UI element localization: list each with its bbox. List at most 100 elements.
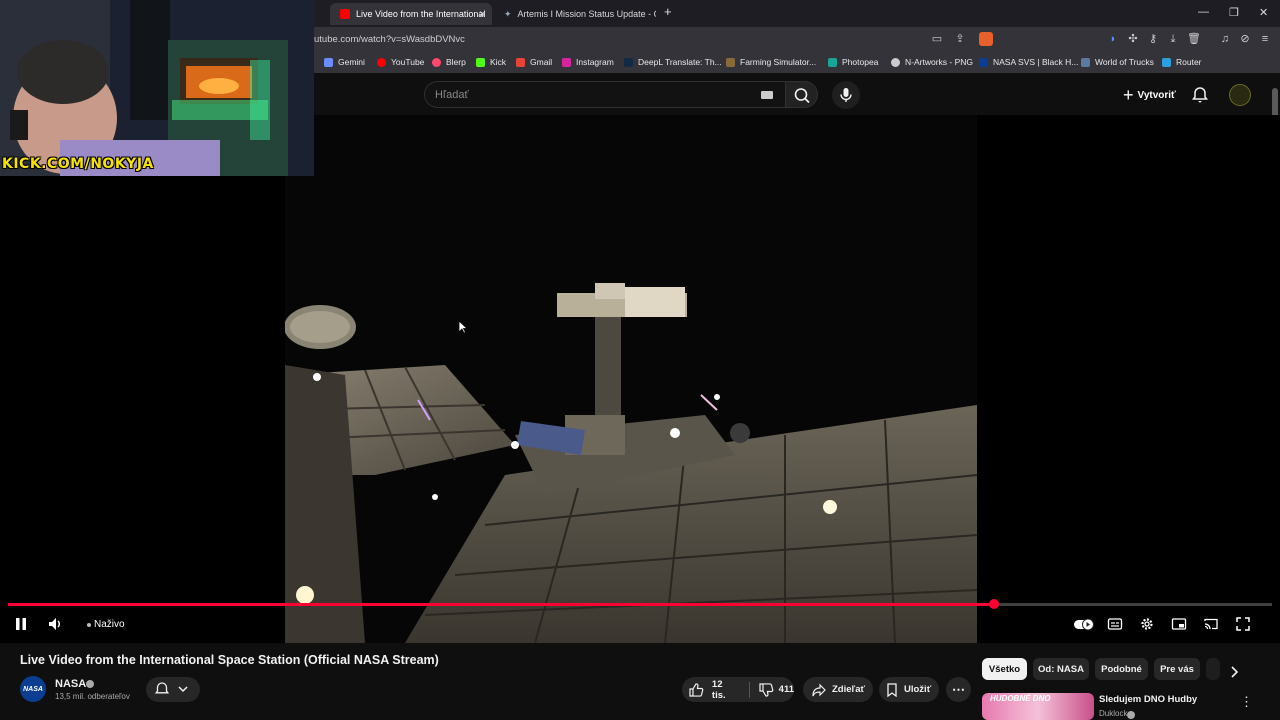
bookmark-blerp[interactable]: Blerp	[432, 57, 466, 67]
share-button[interactable]: Zdieľať	[803, 677, 873, 702]
channel-name[interactable]: NASA	[55, 678, 86, 690]
search-placeholder: Hľadať	[435, 89, 469, 101]
settings-gear-icon[interactable]	[1139, 616, 1155, 632]
progress-scrubber[interactable]	[988, 599, 999, 609]
more-actions-button[interactable]: ⋯	[946, 677, 971, 702]
like-dislike-group: 12 tis. 411	[682, 677, 794, 702]
extensions-icon[interactable]: ✣	[1127, 33, 1139, 45]
like-count[interactable]: 12 tis.	[712, 679, 739, 701]
fullscreen-icon[interactable]	[1235, 616, 1251, 632]
photopea-icon	[828, 57, 837, 67]
bookmark-farming[interactable]: Farming Simulator...	[726, 57, 816, 67]
miniplayer-icon[interactable]	[1171, 616, 1187, 632]
close-tab-icon[interactable]: ×	[479, 7, 486, 21]
cast-icon[interactable]	[1203, 616, 1219, 632]
bookmark-label: DeepL Translate: Th...	[638, 57, 722, 67]
kick-icon	[476, 57, 485, 67]
bookmark-kick[interactable]: Kick	[476, 57, 506, 67]
speech-icon[interactable]: ◗	[1107, 33, 1119, 45]
chip-related[interactable]: Podobné	[1095, 658, 1148, 680]
search-input[interactable]: Hľadať	[424, 81, 786, 108]
verified-badge-icon	[86, 680, 94, 688]
menu-icon[interactable]: ≡	[1259, 33, 1271, 45]
dislike-count[interactable]: 411	[779, 684, 794, 695]
bookmark-label: N-Artworks - PNG	[905, 57, 973, 67]
user-avatar[interactable]	[1229, 84, 1251, 106]
chip-for-you[interactable]: Pre vás	[1154, 658, 1200, 680]
create-button[interactable]: + Vytvoriť	[1113, 81, 1186, 109]
streamer-webcam-overlay: KICK.COM/NOKYJA	[0, 0, 314, 176]
channel-avatar[interactable]: NASA	[20, 676, 46, 702]
bookmark-label: Instagram	[576, 57, 614, 67]
notifications-bell-icon[interactable]	[1190, 85, 1210, 105]
search-button[interactable]	[786, 81, 818, 108]
nasa-icon	[979, 57, 988, 67]
mouse-cursor-icon	[458, 320, 468, 334]
bookmark-youtube[interactable]: YouTube	[377, 57, 424, 67]
share-label: Zdieľať	[832, 684, 866, 695]
bookmark-label: NASA SVS | Black H...	[993, 57, 1079, 67]
verified-badge-icon	[1127, 711, 1135, 719]
voice-search-button[interactable]	[832, 81, 860, 109]
video-progress-bar[interactable]	[8, 603, 1272, 606]
new-tab-button[interactable]: +	[664, 4, 672, 19]
subscription-notification-button[interactable]	[146, 677, 200, 702]
close-window-icon[interactable]: ✕	[1259, 6, 1268, 19]
share-icon[interactable]: ⇪	[954, 33, 966, 45]
space-station-video-frame	[285, 115, 977, 643]
live-label[interactable]: Naživo	[94, 619, 125, 630]
trash-icon[interactable]: 🗑	[1187, 33, 1201, 45]
save-button[interactable]: Uložiť	[879, 677, 939, 702]
vpn-icon[interactable]: ⚷	[1147, 33, 1159, 45]
gmail-icon	[516, 57, 525, 67]
microphone-icon	[840, 88, 852, 102]
bookmark-instagram[interactable]: Instagram	[562, 57, 614, 67]
tab-live-video[interactable]: Live Video from the International ×	[330, 3, 492, 25]
bookmark-router[interactable]: Router	[1162, 57, 1202, 67]
youtube-icon	[377, 57, 386, 67]
recommendation-channel[interactable]: Duklock	[1099, 709, 1127, 718]
bookmark-nasa-svs[interactable]: NASA SVS | Black H...	[979, 57, 1078, 67]
chevron-right-icon[interactable]	[1227, 665, 1241, 679]
tab-artemis[interactable]: ✦ Artemis I Mission Status Update - Go	[494, 3, 656, 25]
bookmark-n-artworks[interactable]: N-Artworks - PNG	[891, 57, 973, 67]
gemini-icon: ✦	[504, 9, 512, 19]
video-player[interactable]	[0, 115, 1280, 643]
minimize-icon[interactable]: —	[1198, 6, 1209, 18]
music-icon[interactable]: ♫	[1219, 33, 1231, 45]
bookmark-gemini[interactable]: Gemini	[324, 57, 365, 67]
download-icon[interactable]: ⤓	[1167, 33, 1179, 45]
tab-title: Live Video from the International	[356, 9, 486, 19]
bookmark-label: Farming Simulator...	[740, 57, 817, 67]
thumbnail-text: HUDOBNÉ DNO	[990, 694, 1051, 703]
url-text[interactable]: utube.com/watch?v=sWasdbDVNvc	[314, 34, 465, 45]
chip-from-nasa[interactable]: Od: NASA	[1033, 658, 1089, 680]
autoplay-toggle-icon[interactable]	[1073, 616, 1095, 632]
volume-icon[interactable]	[47, 616, 63, 632]
gemini-icon	[324, 57, 333, 67]
plus-icon: +	[1123, 84, 1134, 105]
recommendation-title[interactable]: Sledujem DNO Hudby	[1099, 694, 1197, 705]
thumbs-down-icon[interactable]	[758, 682, 774, 698]
pause-icon[interactable]	[13, 616, 29, 632]
captions-icon[interactable]	[1107, 616, 1123, 632]
trucks-icon	[1081, 57, 1090, 67]
more-vertical-icon[interactable]: ⋮	[1240, 694, 1253, 710]
bookmark-gmail[interactable]: Gmail	[516, 57, 552, 67]
recommendation-thumbnail[interactable]: HUDOBNÉ DNO	[982, 693, 1094, 720]
chip-partial[interactable]	[1206, 658, 1220, 680]
chip-all[interactable]: Všetko	[982, 658, 1027, 680]
globe-icon	[891, 57, 900, 67]
router-icon	[1162, 57, 1171, 67]
install-app-icon[interactable]: ▭	[931, 33, 943, 45]
bookmark-world-of-trucks[interactable]: World of Trucks	[1081, 57, 1154, 67]
bookmark-photopea[interactable]: Photopea	[828, 57, 878, 67]
restore-icon[interactable]: ❐	[1229, 6, 1239, 19]
bookmark-deepl[interactable]: DeepL Translate: Th...	[624, 57, 722, 67]
tab-title: Artemis I Mission Status Update - Go	[517, 9, 656, 19]
thumbs-up-icon[interactable]	[688, 682, 704, 698]
live-indicator-dot	[87, 623, 91, 627]
adblock-icon[interactable]: ⊘	[1239, 33, 1251, 45]
keyboard-icon[interactable]	[761, 91, 773, 99]
brave-shield-icon[interactable]	[979, 32, 993, 46]
